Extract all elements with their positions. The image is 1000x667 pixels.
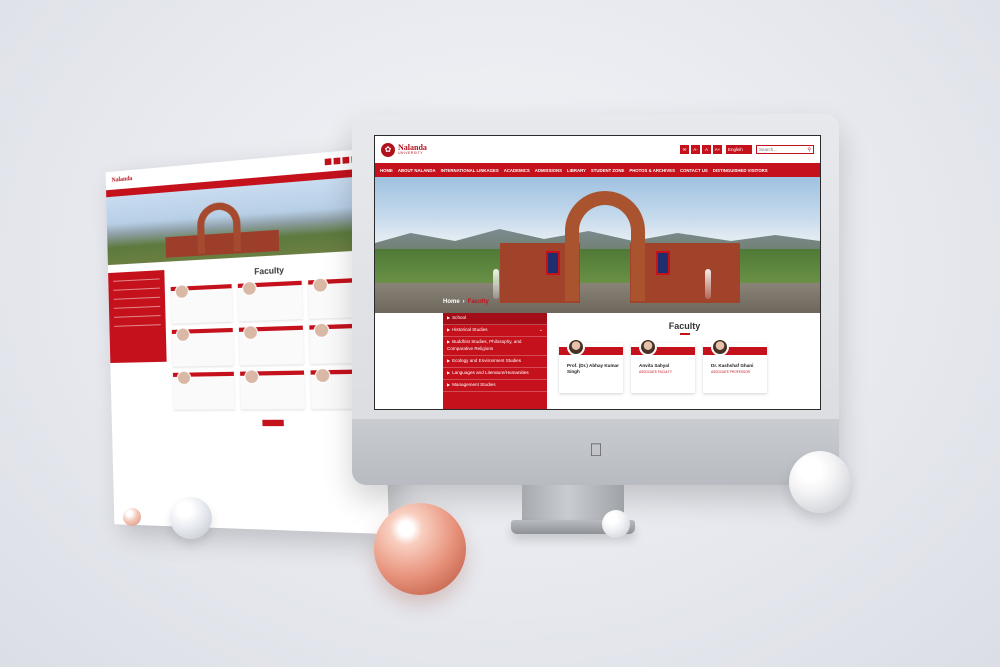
- sidebar-item-management[interactable]: ▶ Management Studies: [443, 380, 547, 392]
- language-select[interactable]: English: [726, 145, 752, 154]
- breadcrumb-current: Faculty: [467, 299, 489, 305]
- print-tool: [333, 157, 341, 165]
- gate-banner: [656, 251, 670, 275]
- pearl-decoration: [602, 510, 630, 538]
- mail-icon[interactable]: ✉: [680, 145, 689, 154]
- print-card: [238, 325, 304, 366]
- nav-library[interactable]: LIBRARY: [567, 168, 586, 173]
- sidebar-item-label: Languages and Literature/Humanities: [452, 370, 529, 376]
- page-content: ▶ School ▶ Historical Studies ⌄ ▶ Buddhist …: [375, 313, 820, 409]
- faculty-name: Prof. (Dr.) Abhay Kumar Singh: [567, 363, 619, 374]
- print-card: [240, 370, 306, 410]
- print-page-mockup: Nalanda Faculty: [105, 147, 390, 535]
- breadcrumb-home[interactable]: Home: [443, 299, 460, 305]
- nav-contact[interactable]: CONTACT US: [680, 168, 708, 173]
- print-view-all: [262, 419, 284, 427]
- print-card: [171, 327, 234, 367]
- print-tool: [324, 158, 332, 166]
- language-value: English: [728, 147, 743, 152]
- website-screen: ✿ Nalanda UNIVERSITY ✉ A- A A+ English S…: [374, 135, 821, 410]
- hero-banner: Home › Faculty: [375, 177, 820, 313]
- print-sidebar: [108, 270, 167, 363]
- nav-home[interactable]: HOME: [380, 168, 393, 173]
- sidebar-item-ecology[interactable]: ▶ Ecology and Environment Studies: [443, 356, 547, 369]
- title-underline: [679, 333, 690, 335]
- sidebar-item-label: School: [452, 315, 467, 320]
- mockup-stage: Nalanda Faculty ✿ Nalanda UNIVERSITY ✉ A…: [0, 0, 1000, 667]
- font-increase-button[interactable]: A+: [713, 145, 722, 154]
- faculty-role: ASSOCIATE FACULTY: [639, 369, 673, 374]
- pearl-decoration: [374, 503, 466, 595]
- sidebar-item-label: Management Studies: [452, 381, 496, 387]
- breadcrumb: Home › Faculty: [443, 299, 489, 305]
- font-normal-button[interactable]: A: [702, 145, 711, 154]
- faculty-card[interactable]: Prof. (Dr.) Abhay Kumar Singh: [559, 338, 623, 393]
- print-arch: [196, 200, 242, 254]
- page-title: Faculty: [668, 321, 701, 331]
- print-card: [172, 371, 235, 410]
- faculty-card[interactable]: Anvita Sahyal ASSOCIATE FACULTY: [631, 338, 695, 393]
- breadcrumb-separator: ›: [462, 299, 465, 305]
- lotus-logo-icon: ✿: [381, 142, 395, 157]
- nav-admissions[interactable]: ADMISSIONS: [535, 168, 562, 173]
- gate-wall-right: [630, 243, 740, 303]
- nav-about[interactable]: ABOUT NALANDA: [398, 168, 436, 173]
- avatar: [639, 338, 657, 356]
- pearl-decoration: [789, 451, 851, 513]
- caret-right-icon: ▶: [447, 358, 451, 364]
- sidebar-item-buddhist-studies[interactable]: ▶ Buddhist Studies, Philosophy, and Compa…: [443, 337, 547, 357]
- faculty-card[interactable]: Dr. Kashshaf Ghani ASSOCIATE PROFESSOR: [703, 338, 767, 393]
- print-card: [170, 284, 233, 324]
- print-tool: [342, 156, 350, 164]
- nav-photos-archives[interactable]: PHOTOS & ARCHIVES: [629, 168, 675, 173]
- caret-right-icon: ▶: [447, 339, 451, 345]
- apple-icon: : [588, 440, 604, 460]
- pearl-decoration: [170, 497, 212, 539]
- main-nav: HOME ABOUT NALANDA INTERNATIONAL LINKAGE…: [375, 163, 820, 177]
- site-logo[interactable]: ✿ Nalanda UNIVERSITY: [381, 142, 427, 157]
- nav-student-zone[interactable]: STUDENT ZONE: [591, 168, 624, 173]
- faculty-cards: Prof. (Dr.) Abhay Kumar Singh Anvita Sah…: [559, 338, 810, 393]
- print-body: Faculty: [108, 249, 388, 513]
- caret-right-icon: ▶: [447, 327, 451, 333]
- header-tools: ✉ A- A A+ English Search... ⚲: [680, 145, 814, 154]
- search-input[interactable]: Search... ⚲: [756, 145, 814, 154]
- faculty-role: ASSOCIATE PROFESSOR: [711, 369, 750, 374]
- avatar: [567, 338, 585, 356]
- faculty-name: Anvita Sahyal: [639, 363, 670, 368]
- sidebar-item-label: Historical Studies: [452, 327, 488, 333]
- sidebar-item-historical-studies[interactable]: ▶ Historical Studies ⌄: [443, 325, 547, 338]
- site-header: ✿ Nalanda UNIVERSITY ✉ A- A A+ English S…: [375, 136, 820, 163]
- sidebar-item-label: Buddhist Studies, Philosophy, and Compar…: [447, 339, 522, 352]
- sidebar-item-languages[interactable]: ▶ Languages and Literature/Humanities: [443, 368, 547, 380]
- logo-text: Nalanda UNIVERSITY: [398, 143, 427, 156]
- faculty-name: Dr. Kashshaf Ghani: [711, 363, 754, 368]
- faculty-section: Faculty Prof. (Dr.) Abhay Kumar Singh An…: [547, 313, 820, 409]
- nav-distinguished-visitors[interactable]: DISTINGUISHED VISITORS: [713, 168, 768, 173]
- sidebar-item-school[interactable]: ▶ School: [443, 313, 547, 325]
- caret-right-icon: ▶: [447, 315, 451, 320]
- sidebar-item-label: Ecology and Environment Studies: [452, 358, 522, 364]
- gate-banner: [546, 251, 560, 275]
- school-sidebar: ▶ School ▶ Historical Studies ⌄ ▶ Buddhist …: [443, 313, 547, 409]
- search-placeholder: Search...: [759, 147, 778, 152]
- pearl-decoration: [123, 508, 141, 526]
- print-card: [237, 280, 303, 322]
- fountain: [493, 269, 499, 299]
- print-card-grid: [170, 277, 379, 410]
- nav-academics[interactable]: ACADEMICS: [504, 168, 530, 173]
- caret-right-icon: ▶: [447, 370, 451, 376]
- gate-arch: [565, 191, 645, 301]
- nav-international-linkages[interactable]: INTERNATIONAL LINKAGES: [441, 168, 499, 173]
- search-icon[interactable]: ⚲: [807, 147, 811, 153]
- caret-right-icon: ▶: [447, 381, 451, 387]
- avatar: [711, 338, 729, 356]
- logo-sub: UNIVERSITY: [398, 150, 424, 155]
- font-decrease-button[interactable]: A-: [691, 145, 700, 154]
- chevron-down-icon[interactable]: ⌄: [539, 327, 543, 335]
- fountain: [705, 269, 711, 299]
- print-logo: Nalanda: [111, 175, 133, 184]
